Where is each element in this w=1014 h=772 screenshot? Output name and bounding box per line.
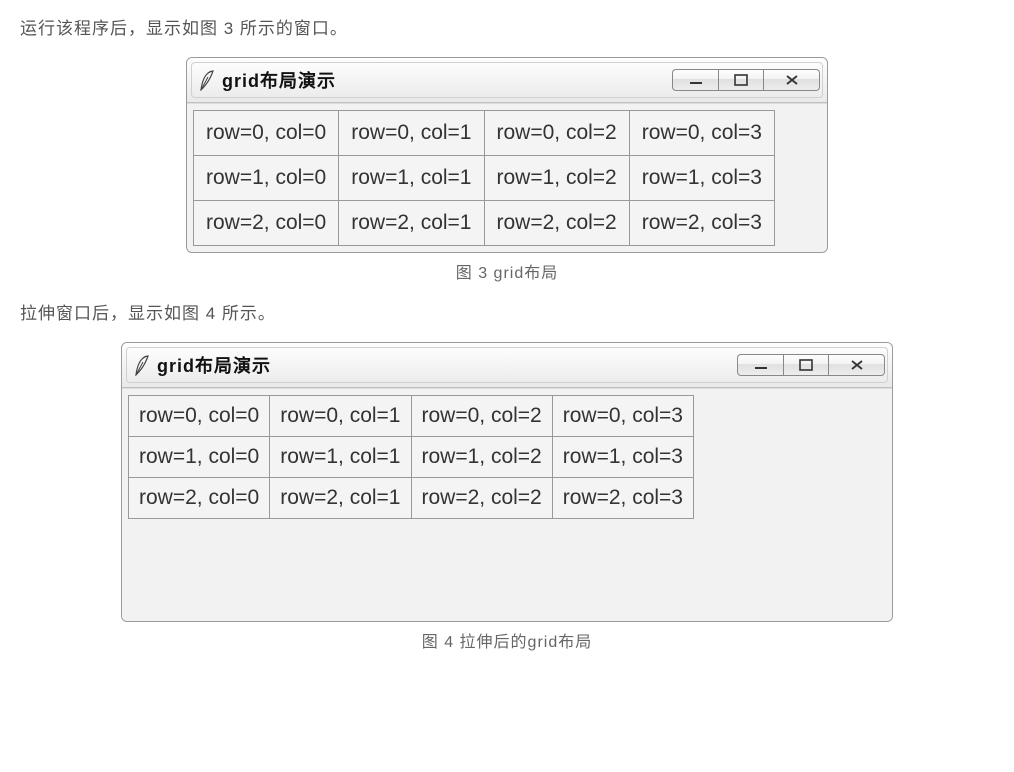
grid-cell: row=1, col=2 [411, 437, 552, 478]
grid-cell: row=0, col=2 [411, 396, 552, 437]
titlebar[interactable]: grid布局演示 [126, 347, 888, 383]
close-button[interactable] [764, 69, 820, 91]
window-title: grid布局演示 [157, 352, 271, 378]
feather-icon [133, 354, 151, 376]
grid-layout-demo-stretched: row=0, col=0 row=0, col=1 row=0, col=2 r… [128, 395, 694, 519]
grid-cell: row=2, col=1 [270, 478, 411, 519]
maximize-button[interactable] [718, 69, 764, 91]
client-area-stretched: row=0, col=0 row=0, col=1 row=0, col=2 r… [122, 388, 892, 621]
figure-3: grid布局演示 row=0, col=0 [20, 57, 994, 283]
grid-layout-demo: row=0, col=0 row=0, col=1 row=0, col=2 r… [193, 110, 775, 246]
minimize-button[interactable] [737, 354, 783, 376]
window-controls [672, 69, 820, 91]
grid-cell: row=0, col=1 [339, 111, 484, 156]
grid-cell: row=1, col=1 [339, 156, 484, 201]
grid-cell: row=0, col=3 [629, 111, 774, 156]
figure-4: grid布局演示 row=0, col=0 [20, 342, 994, 652]
minimize-button[interactable] [672, 69, 718, 91]
grid-cell: row=1, col=0 [129, 437, 270, 478]
grid-cell: row=2, col=3 [552, 478, 693, 519]
grid-cell: row=1, col=1 [270, 437, 411, 478]
grid-cell: row=1, col=3 [629, 156, 774, 201]
grid-cell: row=2, col=1 [339, 201, 484, 246]
window-fig4: grid布局演示 row=0, col=0 [121, 342, 893, 622]
feather-icon [198, 69, 216, 91]
grid-cell: row=0, col=1 [270, 396, 411, 437]
intro-text-fig4: 拉伸窗口后，显示如图 4 所示。 [20, 299, 994, 324]
grid-cell: row=0, col=0 [129, 396, 270, 437]
grid-cell: row=0, col=3 [552, 396, 693, 437]
figure-3-caption: 图 3 grid布局 [20, 259, 994, 283]
window-controls [737, 354, 885, 376]
maximize-button[interactable] [783, 354, 829, 376]
figure-4-caption: 图 4 拉伸后的grid布局 [20, 628, 994, 652]
grid-cell: row=0, col=0 [194, 111, 339, 156]
grid-cell: row=1, col=0 [194, 156, 339, 201]
grid-cell: row=2, col=3 [629, 201, 774, 246]
titlebar[interactable]: grid布局演示 [191, 62, 823, 98]
grid-cell: row=1, col=2 [484, 156, 629, 201]
grid-cell: row=2, col=0 [129, 478, 270, 519]
intro-text-fig3: 运行该程序后，显示如图 3 所示的窗口。 [20, 14, 994, 39]
grid-cell: row=2, col=0 [194, 201, 339, 246]
close-button[interactable] [829, 354, 885, 376]
grid-cell: row=2, col=2 [411, 478, 552, 519]
grid-cell: row=2, col=2 [484, 201, 629, 246]
client-area: row=0, col=0 row=0, col=1 row=0, col=2 r… [187, 103, 827, 252]
window-fig3: grid布局演示 row=0, col=0 [186, 57, 828, 253]
window-title: grid布局演示 [222, 67, 336, 93]
grid-cell: row=0, col=2 [484, 111, 629, 156]
grid-cell: row=1, col=3 [552, 437, 693, 478]
